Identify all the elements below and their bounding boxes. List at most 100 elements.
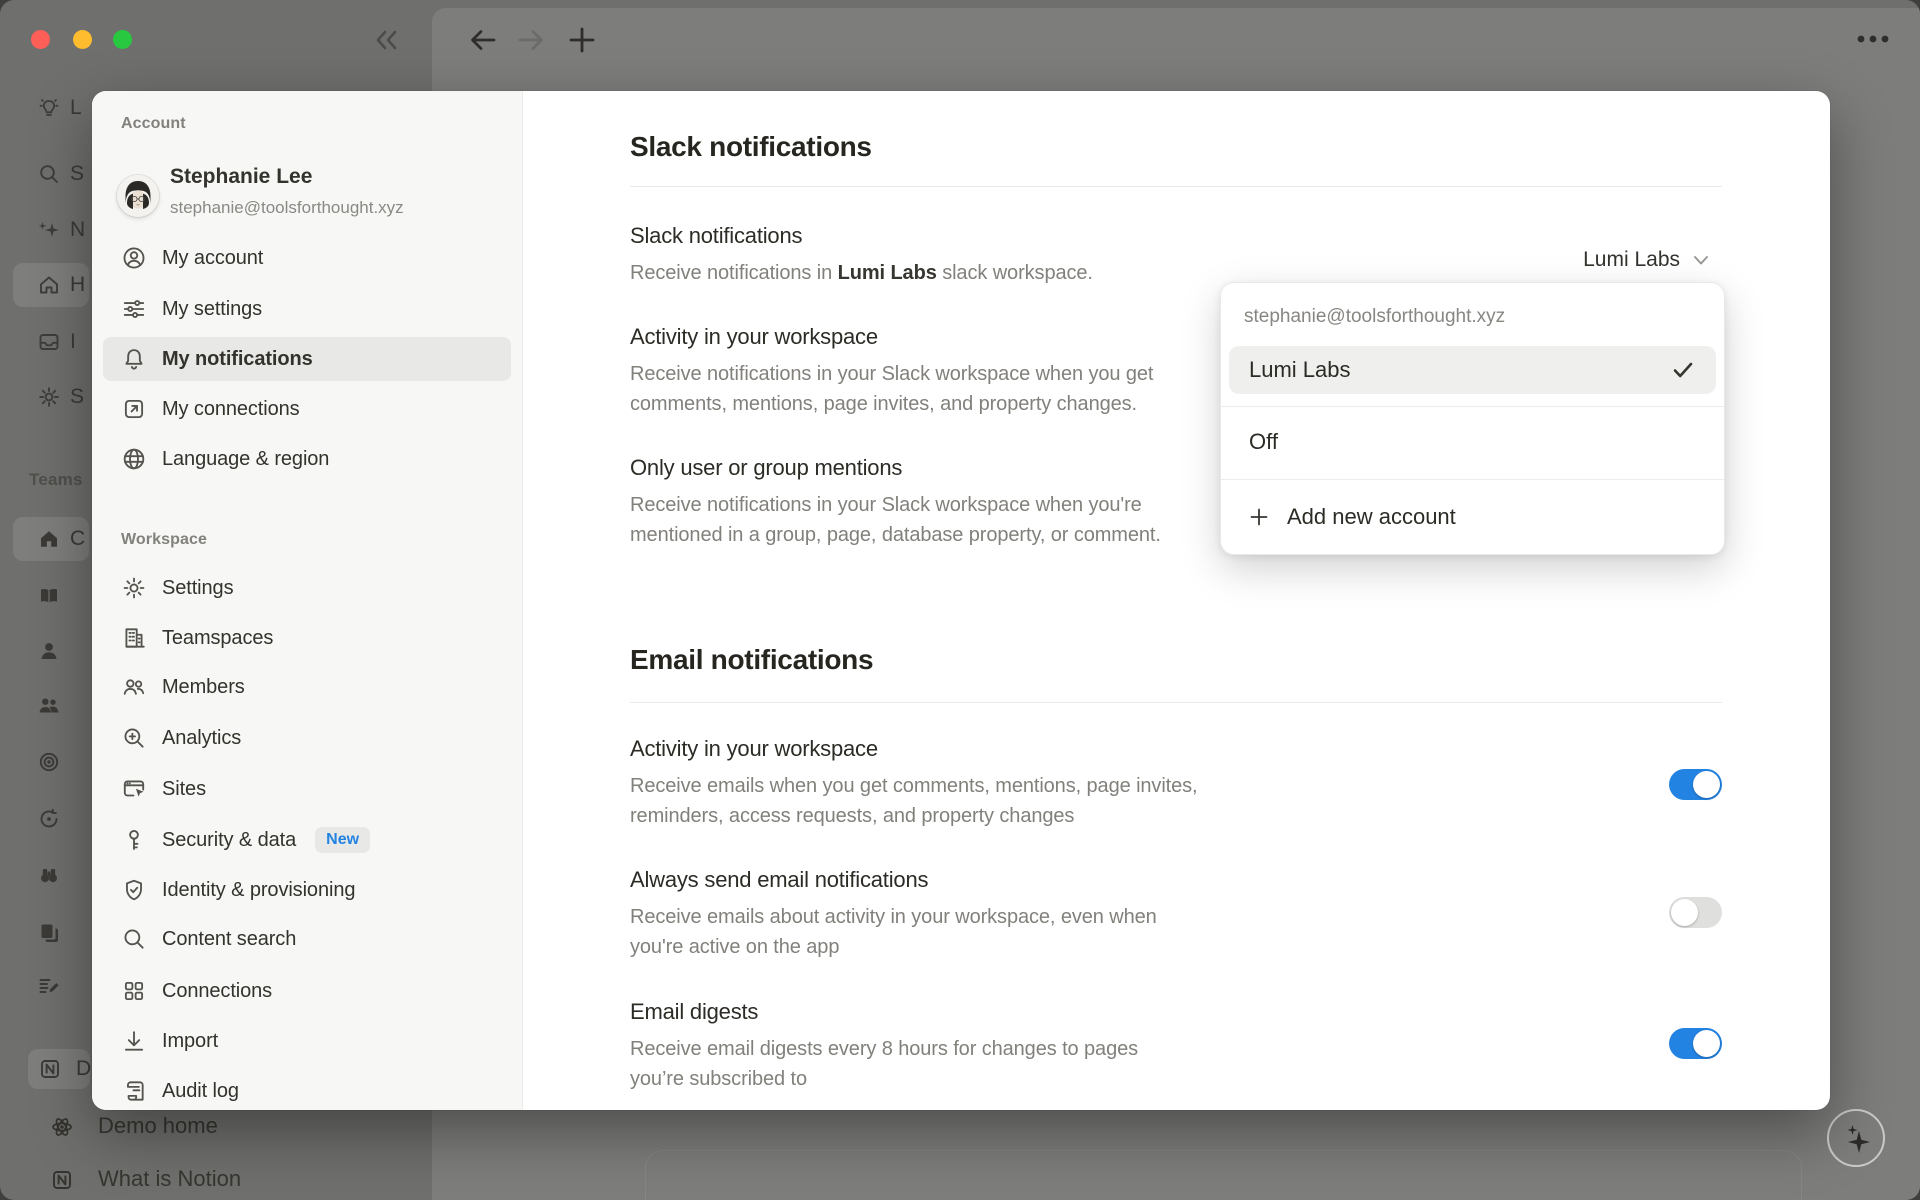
backdrop-item-label: What is Notion <box>98 1166 241 1192</box>
pencil-lines-icon <box>37 974 61 998</box>
sidebar-item-import[interactable]: Import <box>103 1019 511 1063</box>
slack-workspace-select[interactable]: Lumi Labs <box>1583 248 1712 272</box>
sidebar-item-label: My notifications <box>162 348 313 371</box>
search-icon <box>121 926 147 952</box>
gear-icon <box>121 575 147 601</box>
traffic-close-button[interactable] <box>31 30 50 49</box>
toggle-knob <box>1693 1030 1720 1057</box>
notion-logo-icon <box>50 1168 74 1192</box>
screen: L S N H I S Teams C <box>0 0 1920 1200</box>
sidebar-item-teamspaces[interactable]: Teamspaces <box>103 616 511 660</box>
dropdown-divider <box>1221 479 1724 480</box>
people-icon <box>37 693 61 717</box>
backdrop-teams-label: Teams <box>29 470 83 490</box>
binoculars-icon <box>37 863 61 887</box>
sidebar-item-security-data[interactable]: Security & data New <box>103 818 511 862</box>
backdrop-what-is-notion: What is Notion <box>0 1158 432 1200</box>
divider <box>630 186 1722 187</box>
divider <box>630 702 1722 703</box>
sidebar-item-sites[interactable]: Sites <box>103 767 511 811</box>
new-tab-icon[interactable] <box>568 26 596 54</box>
sidebar-item-label: Teamspaces <box>162 627 273 650</box>
sliders-icon <box>121 296 147 322</box>
backdrop-nav-label: H <box>70 273 85 297</box>
settings-sidebar: Account Stephanie Lee stephanie@toolsfor… <box>92 91 523 1110</box>
sidebar-item-label: Content search <box>162 928 296 951</box>
setting-description: Receive notifications in your Slack work… <box>630 490 1161 550</box>
sidebar-collapse-icon[interactable] <box>372 27 402 53</box>
toggle-always-send-emails[interactable] <box>1669 897 1722 928</box>
app-window: L S N H I S Teams C <box>0 0 1920 1200</box>
browser-cursor-icon <box>121 776 147 802</box>
search-icon <box>37 162 61 186</box>
pages-icon <box>37 921 61 945</box>
home-filled-icon <box>37 527 61 551</box>
setting-description: Receive notifications in your Slack work… <box>630 359 1153 419</box>
sidebar-item-analytics[interactable]: Analytics <box>103 716 511 760</box>
email-notifications-heading: Email notifications <box>630 644 873 676</box>
sidebar-item-label: Sites <box>162 778 206 801</box>
grid-icon <box>121 978 147 1004</box>
sidebar-item-identity-provisioning[interactable]: Identity & provisioning <box>103 868 511 912</box>
sidebar-item-language-region[interactable]: Language & region <box>103 437 511 481</box>
check-icon <box>1672 360 1694 380</box>
user-email: stephanie@toolsforthought.xyz <box>170 198 404 218</box>
traffic-zoom-button[interactable] <box>113 30 132 49</box>
sidebar-item-label: My settings <box>162 298 262 321</box>
sidebar-item-label: Import <box>162 1030 218 1053</box>
sidebar-item-my-account[interactable]: My account <box>103 236 511 280</box>
setting-description: Receive email digests every 8 hours for … <box>630 1034 1138 1094</box>
notion-logo-icon <box>38 1057 62 1081</box>
sidebar-item-settings[interactable]: Settings <box>103 566 511 610</box>
settings-modal: Account Stephanie Lee stephanie@toolsfor… <box>92 91 1830 1110</box>
selected-workspace-value: Lumi Labs <box>1583 248 1680 272</box>
toggle-knob <box>1693 771 1720 798</box>
slack-notifications-heading: Slack notifications <box>630 131 872 163</box>
gear-icon <box>37 385 61 409</box>
back-icon[interactable] <box>468 27 498 53</box>
dropdown-option-lumi-labs[interactable]: Lumi Labs <box>1229 346 1716 394</box>
account-section-header: Account <box>121 115 186 133</box>
target-icon <box>37 750 61 774</box>
arrow-out-box-icon <box>121 396 147 422</box>
sidebar-item-members[interactable]: Members <box>103 665 511 709</box>
add-new-account-button[interactable]: Add new account <box>1229 493 1716 541</box>
dropdown-option-off[interactable]: Off <box>1229 418 1716 466</box>
globe-icon <box>121 446 147 472</box>
setting-title: Only user or group mentions <box>630 455 902 481</box>
traffic-minimize-button[interactable] <box>73 30 92 49</box>
sparkles-icon <box>37 218 61 242</box>
dropdown-divider <box>1221 406 1724 407</box>
backdrop-nav-label: C <box>70 527 85 551</box>
person-circle-icon <box>121 245 147 271</box>
ai-assistant-button[interactable] <box>1827 1109 1885 1167</box>
members-icon <box>121 674 147 700</box>
toggle-email-digests[interactable] <box>1669 1028 1722 1059</box>
person-icon <box>37 639 61 663</box>
toggle-activity-emails[interactable] <box>1669 769 1722 800</box>
sidebar-item-label: Settings <box>162 577 233 600</box>
user-name: Stephanie Lee <box>170 165 312 189</box>
plus-icon <box>1249 507 1269 527</box>
desc-text: Receive notifications in <box>630 262 838 284</box>
sidebar-item-label: Connections <box>162 980 272 1003</box>
setting-description: Receive emails when you get comments, me… <box>630 771 1198 831</box>
forward-icon[interactable] <box>516 27 546 53</box>
more-options-icon[interactable] <box>1856 33 1890 45</box>
import-arrow-icon <box>121 1028 147 1054</box>
sidebar-item-audit-log[interactable]: Audit log <box>103 1069 511 1113</box>
backdrop-item-label: Demo home <box>98 1113 218 1139</box>
home-icon <box>37 273 61 297</box>
sidebar-item-label: My account <box>162 247 263 270</box>
sidebar-item-my-settings[interactable]: My settings <box>103 287 511 331</box>
sidebar-item-my-connections[interactable]: My connections <box>103 387 511 431</box>
backdrop-content-card <box>645 1150 1802 1200</box>
sidebar-item-label: Language & region <box>162 448 329 471</box>
backdrop-nav-label: D <box>76 1057 91 1081</box>
sidebar-item-my-notifications[interactable]: My notifications <box>103 337 511 381</box>
sidebar-item-connections[interactable]: Connections <box>103 969 511 1013</box>
scroll-icon <box>121 1078 147 1104</box>
magnifier-plus-icon <box>121 725 147 751</box>
sidebar-item-content-search[interactable]: Content search <box>103 917 511 961</box>
dropdown-account-header: stephanie@toolsforthought.xyz <box>1244 306 1505 328</box>
